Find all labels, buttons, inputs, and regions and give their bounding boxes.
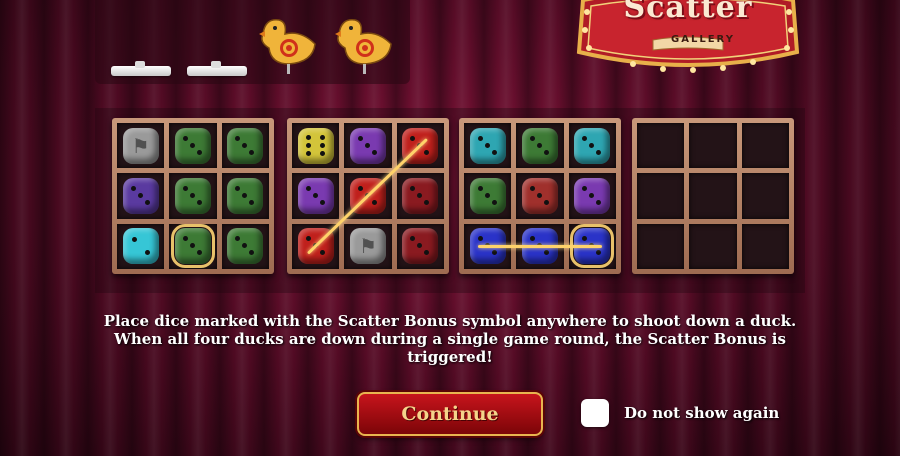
grid-cell [689, 123, 737, 169]
die-icon [170, 224, 215, 269]
grid-cell [741, 123, 789, 169]
logo-subtitle: GALLERY [671, 34, 735, 45]
die-icon [174, 177, 211, 214]
grid-cell [221, 123, 269, 169]
die-icon [521, 177, 558, 214]
do-not-show-checkbox[interactable] [581, 399, 609, 427]
duck-target-4 [329, 4, 401, 76]
logo-title: Scatter [623, 0, 753, 25]
grid-cell [169, 223, 217, 269]
instruction-line-2: When all four ducks are down during a si… [114, 330, 786, 348]
grid-cell [396, 173, 444, 219]
die-icon [122, 228, 159, 265]
fallen-duck-1 [111, 61, 171, 76]
grid-cell [741, 173, 789, 219]
grid-cell [344, 223, 392, 269]
scatter-gallery-logo: Scatter GALLERY [573, 0, 803, 80]
grid-cell [689, 223, 737, 269]
die-icon [402, 228, 439, 265]
win-line [477, 245, 603, 249]
dice-grid-4-empty [632, 118, 794, 274]
grid-cell [221, 173, 269, 219]
duck-icon [335, 19, 392, 74]
instruction-line-3: triggered! [407, 348, 493, 366]
grid-cell [344, 123, 392, 169]
grid-cell [169, 123, 217, 169]
instruction-line-1: Place dice marked with the Scatter Bonus… [103, 312, 797, 330]
duck-target-3 [253, 4, 325, 76]
grid-cell [637, 123, 685, 169]
duck-icon [259, 19, 316, 74]
die-icon [469, 177, 506, 214]
die-icon [521, 127, 558, 164]
grid-cell [117, 123, 165, 169]
die-icon [574, 177, 611, 214]
die-icon [469, 127, 506, 164]
grid-cell [637, 223, 685, 269]
dice-grid-3 [459, 118, 621, 274]
scatter-die-icon [122, 127, 159, 164]
grid-cell [117, 223, 165, 269]
die-icon [297, 177, 334, 214]
grid-cell [396, 223, 444, 269]
continue-button[interactable]: Continue [357, 392, 543, 436]
grid-cell [117, 173, 165, 219]
die-icon [402, 177, 439, 214]
grid-cell [741, 223, 789, 269]
grid-cell [464, 173, 512, 219]
do-not-show-label[interactable]: Do not show again [624, 404, 779, 422]
grid-cell [689, 173, 737, 219]
die-icon [227, 228, 264, 265]
grid-cell [516, 173, 564, 219]
die-icon [574, 127, 611, 164]
grid-cell [221, 223, 269, 269]
die-icon [227, 177, 264, 214]
grid-cell [292, 123, 340, 169]
dice-grid-1 [112, 118, 274, 274]
fallen-duck-2 [187, 61, 247, 76]
dice-grid-2 [287, 118, 449, 274]
instruction-text: Place dice marked with the Scatter Bonus… [95, 312, 805, 366]
grid-cell [568, 123, 616, 169]
grid-cell [464, 123, 512, 169]
die-icon [174, 127, 211, 164]
grid-cell [568, 173, 616, 219]
die-icon [297, 127, 334, 164]
grid-cell [637, 173, 685, 219]
scatter-die-icon [349, 228, 386, 265]
grid-cell [169, 173, 217, 219]
die-icon [349, 127, 386, 164]
grid-cell [292, 173, 340, 219]
grid-cell [516, 123, 564, 169]
die-icon [227, 127, 264, 164]
continue-button-label: Continue [401, 403, 499, 425]
duck-tracker-panel [95, 0, 410, 84]
die-icon [122, 177, 159, 214]
